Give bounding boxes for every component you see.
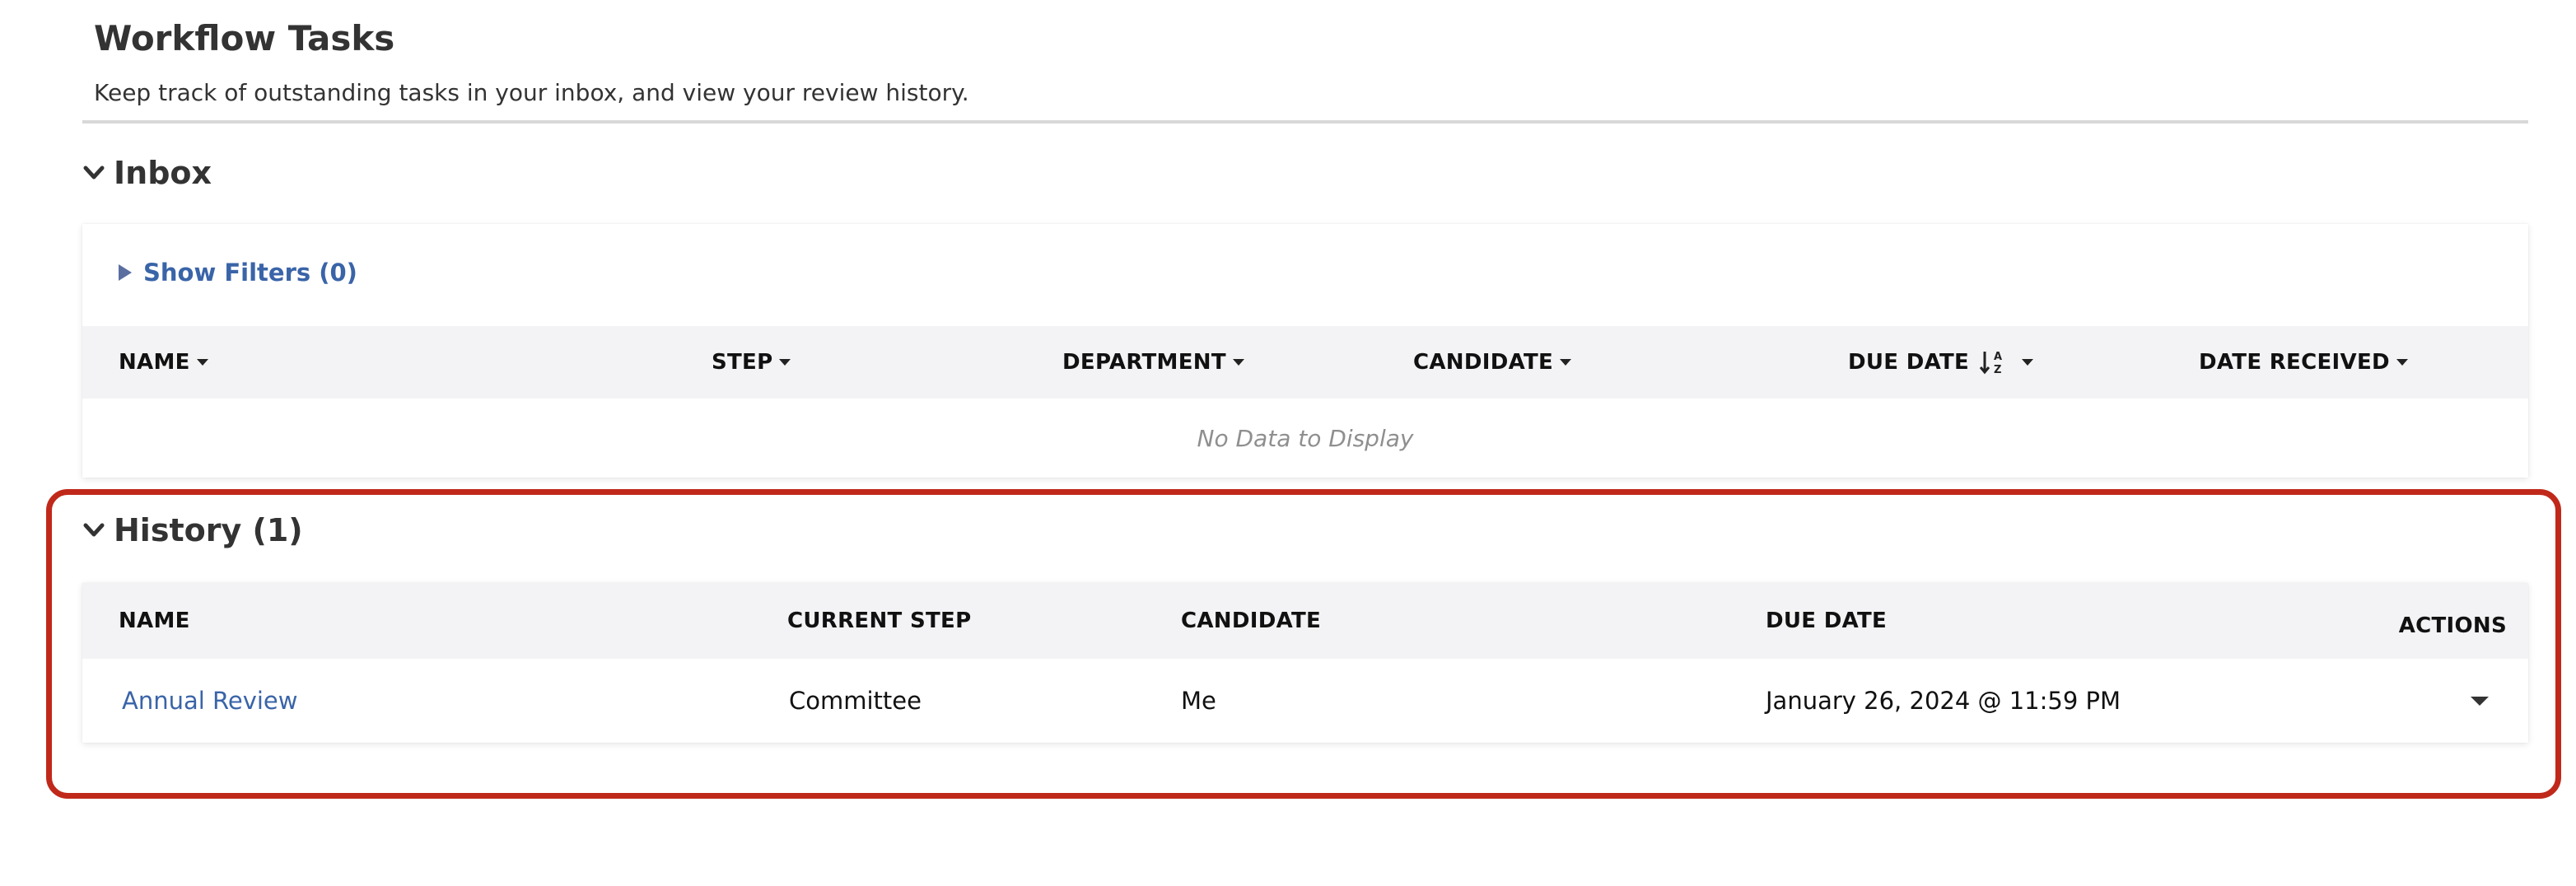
header-divider <box>82 120 2528 124</box>
history-column-due-date: DUE DATE <box>1766 609 1888 633</box>
history-table-card: NAME CURRENT STEP CANDIDATE DUE DATE ACT… <box>82 583 2528 743</box>
history-column-candidate: CANDIDATE <box>1181 609 1322 633</box>
caret-down-icon <box>779 359 791 366</box>
triangle-right-icon <box>119 264 132 281</box>
caret-down-icon <box>2396 359 2408 366</box>
history-column-name: NAME <box>119 609 190 633</box>
inbox-column-name[interactable]: NAME <box>119 326 208 399</box>
history-heading: History (1) <box>114 512 303 548</box>
svg-text:A: A <box>1994 351 2002 363</box>
table-row: Annual Review Committee Me January 26, 2… <box>82 659 2528 743</box>
page-subtitle: Keep track of outstanding tasks in your … <box>94 79 969 106</box>
show-filters-label: Show Filters (0) <box>143 259 357 287</box>
inbox-heading: Inbox <box>114 155 212 191</box>
history-row-current-step: Committee <box>789 687 922 715</box>
column-label: NAME <box>119 350 190 375</box>
column-label: DUE DATE <box>1848 350 1970 375</box>
history-column-actions: ACTIONS <box>2398 613 2507 638</box>
column-label: DEPARTMENT <box>1062 350 1226 375</box>
history-row-candidate: Me <box>1181 687 1216 715</box>
column-label: STEP <box>712 350 773 375</box>
caret-down-icon <box>1232 359 1244 366</box>
show-filters-toggle[interactable]: Show Filters (0) <box>119 259 357 287</box>
chevron-down-icon <box>83 523 105 537</box>
history-section-toggle[interactable]: History (1) <box>82 509 303 552</box>
inbox-table-header: NAME STEP DEPARTMENT CANDIDATE DUE DATE <box>82 326 2528 399</box>
history-row-name-link[interactable]: Annual Review <box>122 659 298 743</box>
column-label: DATE RECEIVED <box>2199 350 2390 375</box>
inbox-empty-message: No Data to Display <box>1197 424 1414 452</box>
history-table-header: NAME CURRENT STEP CANDIDATE DUE DATE ACT… <box>82 583 2528 659</box>
sort-alpha-ascending-icon: A Z <box>1979 351 2002 376</box>
caret-down-icon <box>1560 359 1572 366</box>
inbox-column-step[interactable]: STEP <box>712 326 791 399</box>
svg-text:Z: Z <box>1994 364 2002 376</box>
caret-down-icon <box>2471 696 2489 706</box>
inbox-column-due-date[interactable]: DUE DATE A Z <box>1848 326 2034 399</box>
inbox-column-candidate[interactable]: CANDIDATE <box>1413 326 1572 399</box>
chevron-down-icon <box>83 166 105 180</box>
history-row-due-date: January 26, 2024 @ 11:59 PM <box>1766 687 2121 715</box>
inbox-column-department[interactable]: DEPARTMENT <box>1062 326 1244 399</box>
caret-down-icon <box>2022 359 2034 366</box>
inbox-section-toggle[interactable]: Inbox <box>82 152 212 194</box>
caret-down-icon <box>196 359 208 366</box>
inbox-column-date-received[interactable]: DATE RECEIVED <box>2199 326 2408 399</box>
workflow-tasks-page: Workflow Tasks Keep track of outstanding… <box>0 0 2576 886</box>
column-label: CANDIDATE <box>1413 350 1554 375</box>
row-actions-dropdown[interactable] <box>2471 659 2489 743</box>
inbox-table-card: Show Filters (0) NAME STEP DEPARTMENT CA… <box>82 224 2528 478</box>
page-title: Workflow Tasks <box>94 18 395 58</box>
history-column-current-step: CURRENT STEP <box>787 609 972 633</box>
